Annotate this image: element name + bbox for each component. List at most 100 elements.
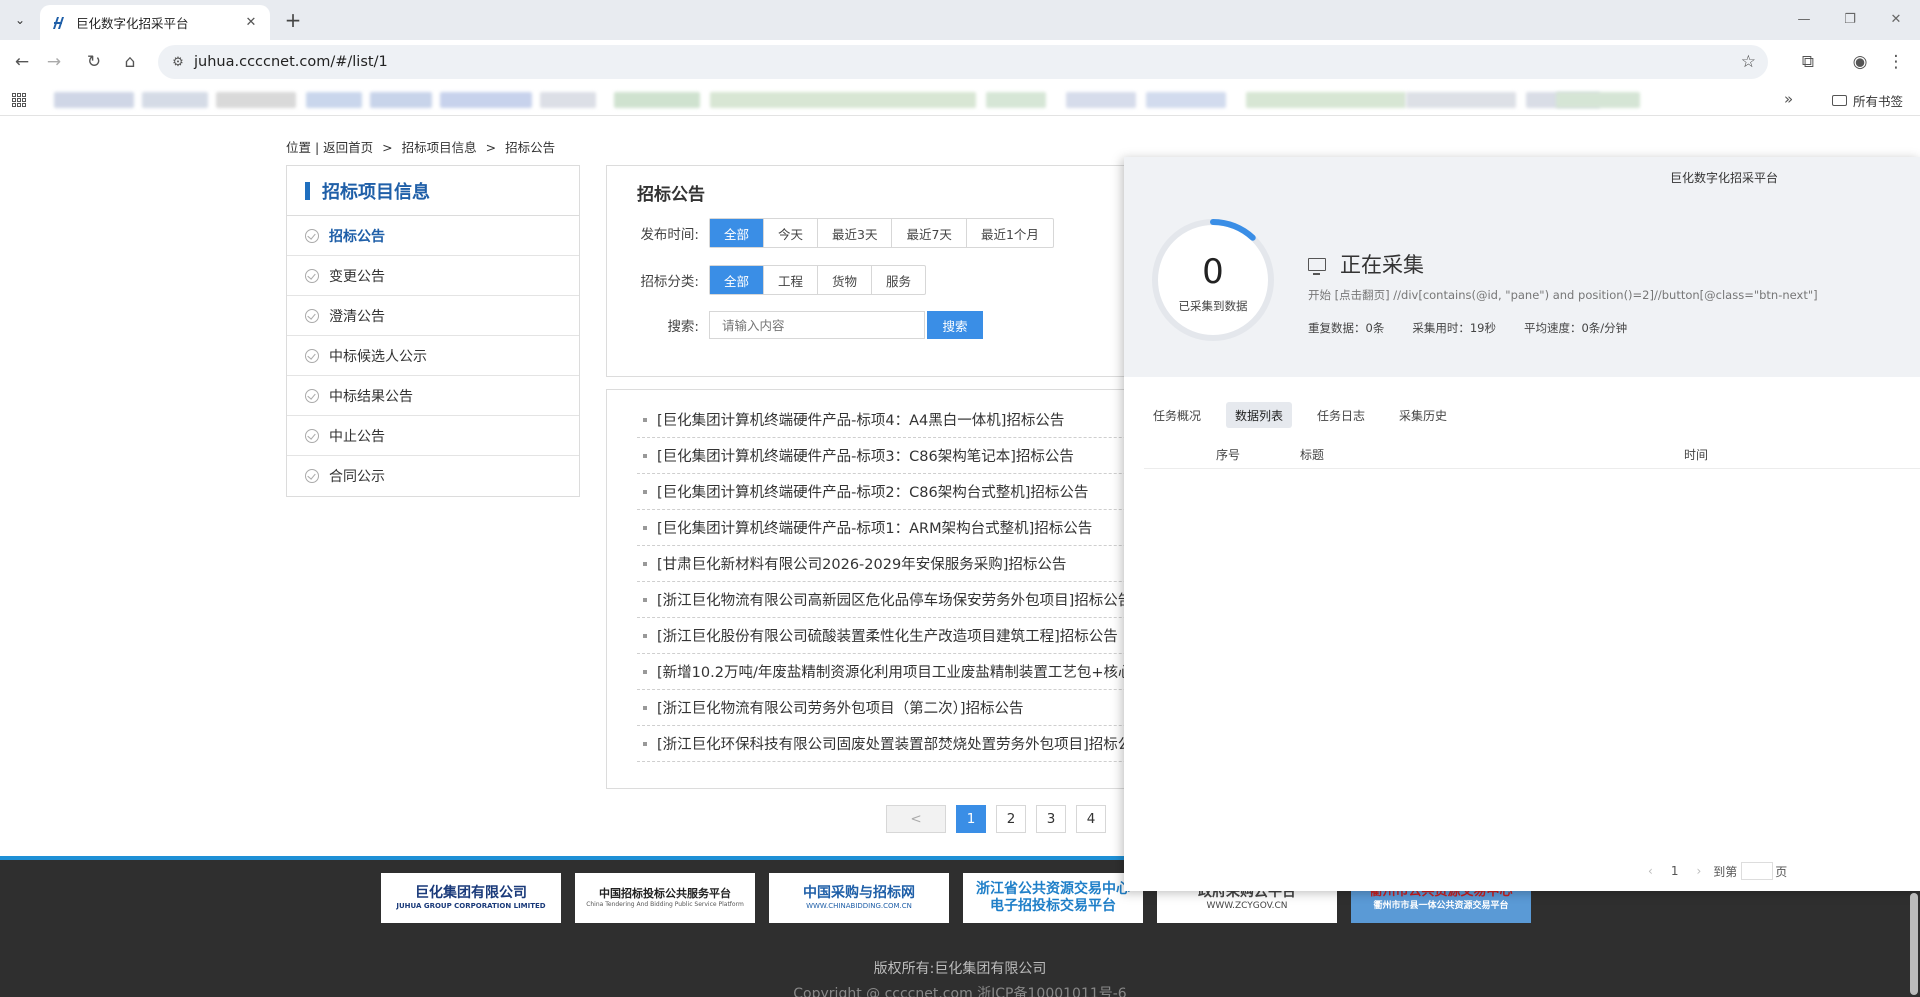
notice-title[interactable]: [浙江巨化股份有限公司硫酸装置柔性化生产改造项目建筑工程]招标公告 — [657, 625, 1118, 646]
reload-icon[interactable]: ↻ — [80, 48, 108, 76]
bookmark-item[interactable] — [710, 92, 976, 108]
extensions-icon[interactable]: ⧉ — [1794, 48, 1822, 76]
tab-task-log[interactable]: 任务日志 — [1308, 402, 1374, 428]
more-bookmarks-icon[interactable]: » — [1784, 90, 1793, 108]
close-window-icon[interactable]: ✕ — [1876, 8, 1916, 30]
time-option-today[interactable]: 今天 — [764, 219, 819, 247]
notice-title[interactable]: [新增10.2万吨/年废盐精制资源化利用项目工业废盐精制装置工艺包+核心设备]招… — [657, 661, 1197, 682]
bookmark-item[interactable] — [440, 92, 532, 108]
category-option-all[interactable]: 全部 — [710, 266, 765, 294]
notice-item[interactable]: [巨化集团计算机终端硬件产品-标项4：A4黑白一体机]招标公告 — [637, 402, 1197, 438]
bookmark-star-icon[interactable]: ☆ — [1741, 52, 1756, 72]
section-title: 招标公告 — [637, 185, 705, 205]
forward-icon[interactable]: → — [40, 48, 68, 76]
search-button[interactable]: 搜索 — [927, 311, 983, 339]
category-option-service[interactable]: 服务 — [872, 266, 925, 294]
home-icon[interactable]: ⌂ — [116, 48, 144, 76]
notice-title[interactable]: [浙江巨化物流有限公司劳务外包项目（第二次）]招标公告 — [657, 697, 1024, 718]
tab-data-list[interactable]: 数据列表 — [1226, 402, 1293, 428]
breadcrumb-level1[interactable]: 招标项目信息 — [402, 140, 477, 155]
next-page-icon[interactable]: › — [1696, 864, 1701, 878]
category-option-goods[interactable]: 货物 — [818, 266, 873, 294]
sidebar-item-candidate[interactable]: 中标候选人公示 — [287, 336, 579, 376]
notice-item[interactable]: [浙江巨化物流有限公司高新园区危化品停车场保安劳务外包项目]招标公告 — [637, 582, 1197, 618]
bookmark-item[interactable] — [614, 92, 700, 108]
notice-title[interactable]: [巨化集团计算机终端硬件产品-标项4：A4黑白一体机]招标公告 — [657, 409, 1064, 430]
back-icon[interactable]: ← — [8, 48, 36, 76]
current-page[interactable]: 1 — [1671, 864, 1679, 878]
sidebar-item-clarify-notice[interactable]: 澄清公告 — [287, 296, 579, 336]
notice-title[interactable]: [巨化集团计算机终端硬件产品-标项2：C86架构台式整机]招标公告 — [657, 481, 1088, 502]
tab-close-icon[interactable]: ✕ — [242, 14, 260, 32]
bullet — [643, 741, 647, 746]
sidebar-item-suspend[interactable]: 中止公告 — [287, 416, 579, 456]
search-input[interactable] — [709, 311, 925, 339]
menu-kebab-icon[interactable]: ⋮ — [1882, 48, 1910, 76]
bookmark-item[interactable] — [1406, 92, 1516, 108]
url-text[interactable]: juhua.ccccnet.com/#/list/1 — [194, 54, 388, 70]
logo-cebpubservice[interactable]: 中国招标投标公共服务平台 China Tendering And Bidding … — [575, 873, 755, 923]
pagination-page[interactable]: 1 — [956, 805, 986, 833]
pagination-prev[interactable]: < — [886, 805, 946, 833]
bookmark-item[interactable] — [1146, 92, 1226, 108]
pagination-page[interactable]: 2 — [996, 805, 1026, 833]
column-index[interactable]: 序号 — [1216, 446, 1240, 463]
breadcrumb-level2: 招标公告 — [505, 140, 556, 155]
restore-icon[interactable]: ❐ — [1830, 8, 1870, 30]
notice-title[interactable]: [浙江巨化环保科技有限公司固废处置装置部焚烧处置劳务外包项目]招标公告 — [657, 733, 1147, 754]
logo-juhua-group[interactable]: 巨化集团有限公司 JUHUA GROUP CORPORATION LIMITED — [381, 873, 561, 923]
notice-item[interactable]: [浙江巨化物流有限公司劳务外包项目（第二次）]招标公告 — [637, 690, 1197, 726]
prev-page-icon[interactable]: ‹ — [1648, 864, 1653, 878]
column-title[interactable]: 标题 — [1300, 446, 1324, 463]
notice-item[interactable]: [新增10.2万吨/年废盐精制资源化利用项目工业废盐精制装置工艺包+核心设备]招… — [637, 654, 1197, 690]
bookmark-item[interactable] — [216, 92, 296, 108]
all-bookmarks[interactable]: 所有书签 — [1832, 91, 1903, 110]
bookmark-item[interactable] — [986, 92, 1046, 108]
breadcrumb-home[interactable]: 位置 | 返回首页 — [286, 140, 373, 155]
notice-item[interactable]: [巨化集团计算机终端硬件产品-标项1：ARM架构台式整机]招标公告 — [637, 510, 1197, 546]
bookmark-item[interactable] — [306, 92, 362, 108]
profile-icon[interactable]: ◉ — [1846, 48, 1874, 76]
address-bar[interactable]: ⚙ juhua.ccccnet.com/#/list/1 ☆ — [158, 45, 1768, 79]
bookmark-item[interactable] — [1556, 92, 1640, 108]
site-info-icon[interactable]: ⚙ — [164, 55, 192, 70]
bookmark-item[interactable] — [1066, 92, 1136, 108]
tab-search-chevron-icon[interactable]: ⌄ — [6, 7, 34, 33]
pagination-page[interactable]: 3 — [1036, 805, 1066, 833]
new-tab-button[interactable]: + — [282, 8, 304, 32]
logo-zjpubservice[interactable]: 浙江省公共资源交易中心 电子招投标交易平台 — [963, 873, 1143, 923]
time-option-all[interactable]: 全部 — [710, 219, 765, 247]
category-option-engineering[interactable]: 工程 — [764, 266, 819, 294]
bookmark-item[interactable] — [1246, 92, 1406, 108]
notice-title[interactable]: [巨化集团计算机终端硬件产品-标项3：C86架构笔记本]招标公告 — [657, 445, 1074, 466]
bookmark-item[interactable] — [54, 92, 134, 108]
sidebar-item-result[interactable]: 中标结果公告 — [287, 376, 579, 416]
sidebar-item-change-notice[interactable]: 变更公告 — [287, 256, 579, 296]
tab-task-overview[interactable]: 任务概况 — [1144, 402, 1210, 428]
bookmark-item[interactable] — [142, 92, 208, 108]
logo-chinabidding[interactable]: 中国采购与招标网 WWW.CHINABIDDING.COM.CN — [769, 873, 949, 923]
pagination-page[interactable]: 4 — [1076, 805, 1106, 833]
notice-item[interactable]: [巨化集团计算机终端硬件产品-标项2：C86架构台式整机]招标公告 — [637, 474, 1197, 510]
notice-item[interactable]: [巨化集团计算机终端硬件产品-标项3：C86架构笔记本]招标公告 — [637, 438, 1197, 474]
goto-page-input[interactable] — [1741, 862, 1774, 880]
notice-title[interactable]: [巨化集团计算机终端硬件产品-标项1：ARM架构台式整机]招标公告 — [657, 517, 1092, 538]
time-option-7days[interactable]: 最近7天 — [892, 219, 967, 247]
notice-item[interactable]: [浙江巨化环保科技有限公司固废处置装置部焚烧处置劳务外包项目]招标公告 — [637, 726, 1197, 762]
sidebar-item-tender-notice[interactable]: 招标公告 — [287, 216, 579, 256]
sidebar-item-contract[interactable]: 合同公示 — [287, 456, 579, 496]
notice-title[interactable]: [浙江巨化物流有限公司高新园区危化品停车场保安劳务外包项目]招标公告 — [657, 589, 1132, 610]
minimize-icon[interactable]: — — [1784, 8, 1824, 30]
notice-item[interactable]: [浙江巨化股份有限公司硫酸装置柔性化生产改造项目建筑工程]招标公告 — [637, 618, 1197, 654]
notice-item[interactable]: [甘肃巨化新材料有限公司2026-2029年安保服务采购]招标公告 — [637, 546, 1197, 582]
time-option-3days[interactable]: 最近3天 — [818, 219, 893, 247]
tab-history[interactable]: 采集历史 — [1390, 402, 1456, 428]
bookmark-item[interactable] — [370, 92, 432, 108]
time-option-1month[interactable]: 最近1个月 — [967, 219, 1053, 247]
bookmark-item[interactable] — [540, 92, 596, 108]
page-scrollbar[interactable] — [1910, 893, 1918, 995]
browser-tab[interactable]: 巨化数字化招采平台 ✕ — [40, 5, 270, 40]
column-time[interactable]: 时间 — [1684, 446, 1708, 463]
apps-grid-icon[interactable] — [12, 93, 26, 107]
notice-title[interactable]: [甘肃巨化新材料有限公司2026-2029年安保服务采购]招标公告 — [657, 553, 1066, 574]
